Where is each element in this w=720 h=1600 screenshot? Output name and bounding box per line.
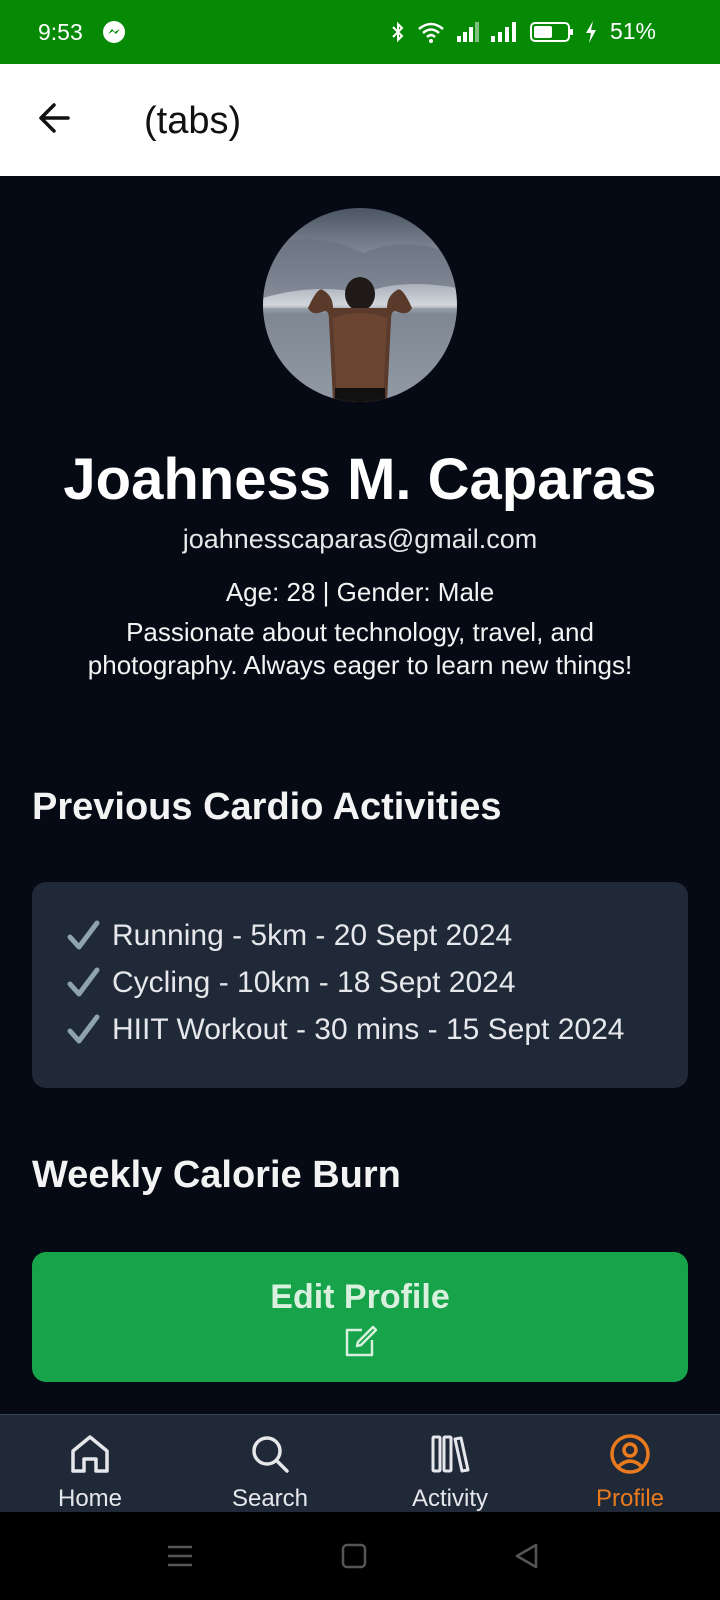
charging-icon bbox=[585, 20, 596, 43]
tab-home[interactable]: Home bbox=[0, 1431, 180, 1512]
tab-search-label: Search bbox=[231, 1485, 309, 1512]
avatar-photo bbox=[263, 208, 457, 402]
menu-icon[interactable] bbox=[164, 1540, 196, 1572]
edit-profile-button[interactable]: Edit Profile bbox=[32, 1252, 688, 1382]
profile-email: joahnesscaparas@gmail.com bbox=[182, 524, 538, 554]
signal-icon bbox=[456, 21, 479, 42]
tab-activity[interactable]: Activity bbox=[360, 1431, 540, 1512]
bluetooth-icon bbox=[392, 21, 404, 42]
tab-profile[interactable]: Profile bbox=[540, 1431, 720, 1512]
tab-profile-label: Profile bbox=[595, 1485, 665, 1512]
tab-search[interactable]: Search bbox=[180, 1431, 360, 1512]
cardio-section-title: Previous Cardio Activities bbox=[32, 786, 502, 828]
profile-content[interactable]: Joahness M. Caparas joahnesscaparas@gmai… bbox=[0, 176, 720, 1414]
signal-icon bbox=[490, 21, 516, 42]
calorie-section-title: Weekly Calorie Burn bbox=[32, 1154, 401, 1196]
status-time: 9:53 bbox=[38, 19, 83, 45]
check-icon bbox=[67, 967, 100, 996]
library-icon bbox=[431, 1435, 470, 1473]
wifi-icon bbox=[418, 22, 444, 43]
home-icon bbox=[71, 1435, 109, 1473]
battery-percentage: 51% bbox=[609, 18, 656, 44]
activity-text: HIIT Workout - 30 mins - 15 Sept 2024 bbox=[112, 1012, 625, 1046]
profile-age-gender: Age: 28 | Gender: Male bbox=[225, 577, 495, 607]
edit-icon bbox=[345, 1325, 378, 1357]
search-icon bbox=[252, 1436, 289, 1473]
list-item: HIIT Workout - 30 mins - 15 Sept 2024 bbox=[64, 1006, 688, 1053]
app-bar: (tabs) bbox=[0, 64, 720, 176]
avatar bbox=[263, 208, 457, 402]
edit-profile-label: Edit Profile bbox=[270, 1278, 450, 1316]
messenger-icon bbox=[103, 21, 125, 43]
profile-name: Joahness M. Caparas bbox=[63, 447, 657, 512]
home-square-icon[interactable] bbox=[338, 1540, 370, 1572]
list-item: Cycling - 10km - 18 Sept 2024 bbox=[64, 959, 688, 1006]
check-icon bbox=[67, 1014, 100, 1043]
app-bar-title: (tabs) bbox=[144, 100, 242, 142]
profile-bio: Passionate about technology, travel, and… bbox=[87, 617, 633, 680]
bottom-nav: Home Search Activity Profile bbox=[0, 1414, 720, 1512]
system-nav-bar bbox=[0, 1512, 720, 1600]
tab-home-label: Home bbox=[57, 1485, 123, 1512]
arrow-left-icon[interactable] bbox=[32, 94, 80, 142]
user-circle-icon bbox=[610, 1434, 650, 1474]
back-triangle-icon[interactable] bbox=[510, 1540, 542, 1572]
tab-activity-label: Activity bbox=[411, 1485, 488, 1512]
activity-text: Cycling - 10km - 18 Sept 2024 bbox=[112, 965, 516, 999]
activity-text: Running - 5km - 20 Sept 2024 bbox=[112, 918, 513, 952]
list-item: Running - 5km - 20 Sept 2024 bbox=[64, 912, 688, 959]
battery-icon bbox=[529, 21, 573, 42]
status-icons: 51% bbox=[390, 18, 656, 45]
cardio-activity-card: Running - 5km - 20 Sept 2024 Cycling - 1… bbox=[32, 882, 688, 1088]
check-icon bbox=[67, 920, 100, 949]
status-bar: 9:53 51% bbox=[0, 0, 720, 64]
